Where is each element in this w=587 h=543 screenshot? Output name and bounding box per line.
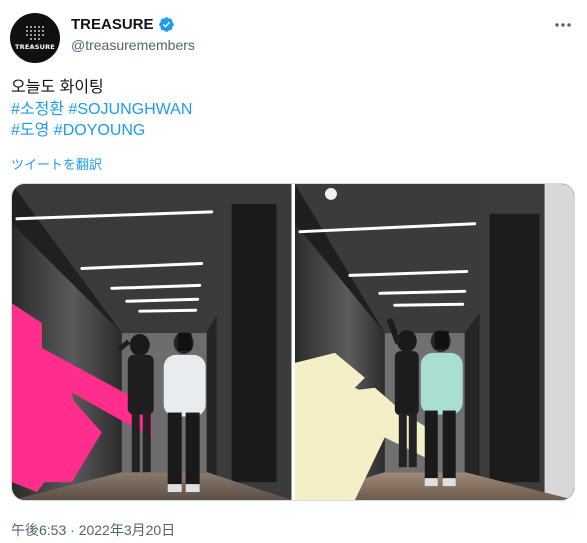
- more-options-icon[interactable]: [553, 18, 573, 32]
- tweet-text-line: 오늘도 화이팅: [11, 79, 104, 96]
- author-name-row[interactable]: TREASURE: [71, 16, 175, 33]
- avatar-dots-logo: [26, 26, 44, 40]
- hashtag-link[interactable]: #도영: [11, 122, 49, 139]
- photo-1-image: [12, 184, 292, 500]
- photo-2-image: [294, 184, 574, 500]
- hashtag-link[interactable]: #DOYOUNG: [54, 122, 146, 139]
- hashtag-line-1: #소정환 #SOJUNGHWAN: [11, 99, 192, 121]
- translate-tweet-link[interactable]: ツイートを翻訳: [11, 154, 102, 173]
- tweet-text: 오늘도 화이팅 #소정환 #SOJUNGHWAN #도영 #DOYOUNG: [11, 77, 192, 142]
- hashtag-line-2: #도영 #DOYOUNG: [11, 120, 192, 142]
- hashtag-link[interactable]: #SOJUNGHWAN: [69, 101, 193, 118]
- avatar-wordmark: TREASURE: [15, 43, 55, 51]
- hashtag-link[interactable]: #소정환: [11, 101, 64, 118]
- media-grid: [11, 183, 575, 501]
- tweet-timestamp[interactable]: 午後6:53 · 2022年3月20日: [11, 520, 175, 540]
- author-handle[interactable]: @treasuremembers: [71, 37, 195, 53]
- verified-badge-icon: [158, 17, 174, 32]
- avatar[interactable]: TREASURE: [10, 13, 60, 63]
- tweet-card: TREASURE TREASURE @treasuremembers 오늘도 화…: [0, 0, 587, 543]
- author-display-name[interactable]: TREASURE: [71, 16, 154, 33]
- photo-1[interactable]: [12, 184, 292, 500]
- photo-2[interactable]: [294, 184, 574, 500]
